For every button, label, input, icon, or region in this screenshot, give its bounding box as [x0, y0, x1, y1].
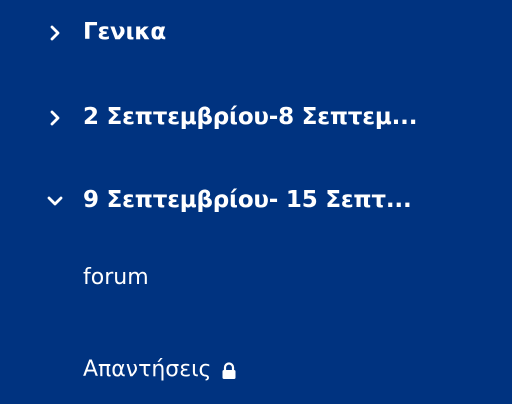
section-title[interactable]: Γενικα — [83, 19, 166, 45]
activity-forum[interactable]: forum — [83, 255, 149, 299]
page-background — [512, 0, 522, 411]
activity-answers[interactable]: Απαντήσεις — [83, 347, 237, 391]
chevron-right-icon[interactable] — [45, 108, 65, 128]
course-section-week-2[interactable]: 9 Σεπτεμβρίου- 15 Σεπτ... — [0, 173, 512, 229]
chevron-right-icon[interactable] — [45, 23, 65, 43]
course-index-panel: Γενικα 2 Σεπτεμβρίου-8 Σεπτεμ... 9 Σεπτε… — [0, 0, 512, 404]
lock-icon — [221, 361, 237, 379]
course-section-general[interactable]: Γενικα — [0, 5, 512, 61]
activity-label[interactable]: forum — [83, 265, 149, 290]
section-title[interactable]: 2 Σεπτεμβρίου-8 Σεπτεμ... — [83, 104, 417, 130]
activity-label[interactable]: Απαντήσεις — [83, 357, 211, 382]
course-section-week-1[interactable]: 2 Σεπτεμβρίου-8 Σεπτεμ... — [0, 90, 512, 146]
section-title[interactable]: 9 Σεπτεμβρίου- 15 Σεπτ... — [83, 187, 412, 213]
page-background — [0, 404, 522, 411]
chevron-down-icon[interactable] — [45, 191, 65, 211]
